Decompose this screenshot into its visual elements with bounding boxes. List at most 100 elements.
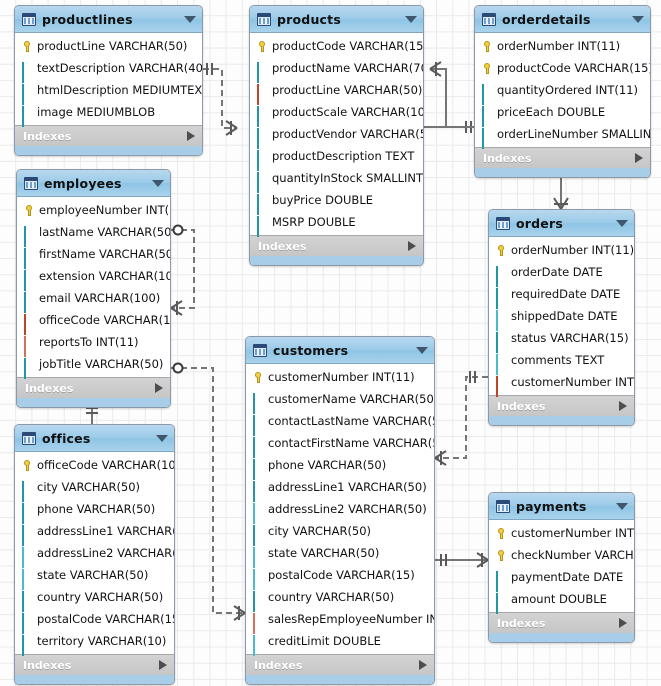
column-row[interactable]: MSRP DOUBLE — [250, 211, 423, 237]
table-header-offices[interactable]: offices — [15, 425, 174, 452]
table-products[interactable]: products productCode VARCHAR(15) productNa… — [249, 5, 424, 266]
column-row[interactable]: amount DOUBLE — [489, 588, 634, 614]
indexes-section-payments[interactable]: Indexes — [489, 612, 634, 633]
indexes-section-productlines[interactable]: Indexes — [15, 125, 202, 146]
chevron-down-icon[interactable] — [152, 179, 164, 187]
column-row[interactable]: paymentDate DATE — [489, 566, 634, 592]
column-row[interactable]: orderNumber INT(11) — [475, 35, 650, 57]
column-row[interactable]: addressLine2 VARCHAR(50) — [15, 542, 174, 568]
triangle-right-icon[interactable] — [187, 131, 195, 141]
column-row[interactable]: postalCode VARCHAR(15) — [15, 608, 174, 634]
column-row[interactable]: customerNumber INT(11) — [489, 522, 634, 544]
chevron-down-icon[interactable] — [416, 346, 428, 354]
column-row[interactable]: contactFirstName VARCHAR(50) — [246, 432, 434, 458]
column-row[interactable]: employeeNumber INT(11) — [17, 199, 170, 221]
indexes-section-customers[interactable]: Indexes — [246, 654, 434, 675]
column-row[interactable]: postalCode VARCHAR(15) — [246, 564, 434, 590]
column-row[interactable]: productCode VARCHAR(15) — [475, 57, 650, 79]
column-row[interactable]: shippedDate DATE — [489, 305, 634, 331]
column-row[interactable]: productLine VARCHAR(50) — [250, 79, 423, 105]
triangle-right-icon[interactable] — [408, 241, 416, 251]
column-row[interactable]: buyPrice DOUBLE — [250, 189, 423, 215]
table-header-payments[interactable]: payments — [489, 493, 634, 520]
table-header-products[interactable]: products — [250, 6, 423, 33]
connector-products-productlines[interactable] — [203, 63, 238, 136]
column-row[interactable]: jobTitle VARCHAR(50) — [17, 353, 170, 379]
chevron-down-icon[interactable] — [184, 15, 196, 23]
chevron-down-icon[interactable] — [405, 15, 417, 23]
table-header-orders[interactable]: orders — [489, 210, 634, 237]
column-row[interactable]: orderDate DATE — [489, 261, 634, 287]
column-row[interactable]: addressLine1 VARCHAR(50) — [15, 520, 174, 546]
column-row[interactable]: city VARCHAR(50) — [15, 476, 174, 502]
indexes-section-offices[interactable]: Indexes — [15, 654, 174, 675]
column-row[interactable]: priceEach DOUBLE — [475, 101, 650, 127]
column-row[interactable]: productName VARCHAR(70) — [250, 57, 423, 83]
chevron-down-icon[interactable] — [632, 15, 644, 23]
column-row[interactable]: productScale VARCHAR(10) — [250, 101, 423, 127]
triangle-right-icon[interactable] — [619, 618, 627, 628]
column-row[interactable]: orderLineNumber SMALLINT(6) — [475, 123, 650, 149]
connector-employees-employees[interactable] — [170, 224, 195, 316]
triangle-right-icon[interactable] — [155, 383, 163, 393]
column-row[interactable]: status VARCHAR(15) — [489, 327, 634, 353]
chevron-down-icon[interactable] — [616, 502, 628, 510]
column-row[interactable]: customerNumber INT(11) — [489, 371, 634, 397]
table-offices[interactable]: offices officeCode VARCHAR(10) city VARCHA… — [14, 424, 175, 685]
table-productlines[interactable]: productlines productLine VARCHAR(50) textD… — [14, 5, 203, 156]
column-row[interactable]: requiredDate DATE — [489, 283, 634, 309]
triangle-right-icon[interactable] — [159, 660, 167, 670]
column-row[interactable]: productCode VARCHAR(15) — [250, 35, 423, 57]
column-row[interactable]: productVendor VARCHAR(50) — [250, 123, 423, 149]
column-row[interactable]: country VARCHAR(50) — [15, 586, 174, 612]
connector-orders-customers[interactable] — [434, 371, 488, 466]
column-row[interactable]: lastName VARCHAR(50) — [17, 221, 170, 247]
table-header-employees[interactable]: employees — [17, 170, 170, 197]
column-row[interactable]: htmlDescription MEDIUMTEXT — [15, 79, 202, 105]
column-row[interactable]: salesRepEmployeeNumber INT(11) — [246, 608, 434, 634]
indexes-section-employees[interactable]: Indexes — [17, 377, 170, 398]
triangle-right-icon[interactable] — [619, 401, 627, 411]
indexes-section-orderdetails[interactable]: Indexes — [475, 147, 650, 168]
column-row[interactable]: phone VARCHAR(50) — [15, 498, 174, 524]
triangle-right-icon[interactable] — [419, 660, 427, 670]
column-row[interactable]: addressLine1 VARCHAR(50) — [246, 476, 434, 502]
column-row[interactable]: state VARCHAR(50) — [15, 564, 174, 590]
column-row[interactable]: phone VARCHAR(50) — [246, 454, 434, 480]
column-row[interactable]: quantityInStock SMALLINT(6) — [250, 167, 423, 193]
indexes-section-products[interactable]: Indexes — [250, 235, 423, 256]
table-employees[interactable]: employees employeeNumber INT(11) lastName … — [16, 169, 171, 408]
column-row[interactable]: checkNumber VARCHAR(50) — [489, 544, 634, 566]
column-row[interactable]: image MEDIUMBLOB — [15, 101, 202, 127]
column-row[interactable]: extension VARCHAR(10) — [17, 265, 170, 291]
table-customers[interactable]: customers customerNumber INT(11) customerN… — [245, 336, 435, 685]
triangle-right-icon[interactable] — [635, 153, 643, 163]
column-row[interactable]: officeCode VARCHAR(10) — [15, 454, 174, 476]
table-orderdetails[interactable]: orderdetails orderNumber INT(11) productCo… — [474, 5, 651, 178]
column-row[interactable]: city VARCHAR(50) — [246, 520, 434, 546]
column-row[interactable]: territory VARCHAR(10) — [15, 630, 174, 656]
indexes-section-orders[interactable]: Indexes — [489, 395, 634, 416]
column-row[interactable]: orderNumber INT(11) — [489, 239, 634, 261]
connector-orderdetails-products[interactable] — [424, 61, 474, 133]
column-row[interactable]: comments TEXT — [489, 349, 634, 375]
table-orders[interactable]: orders orderNumber INT(11) orderDate DATE r… — [488, 209, 635, 426]
column-row[interactable]: customerName VARCHAR(50) — [246, 388, 434, 414]
column-row[interactable]: contactLastName VARCHAR(50) — [246, 410, 434, 436]
table-header-orderdetails[interactable]: orderdetails — [475, 6, 650, 33]
column-row[interactable]: textDescription VARCHAR(4000) — [15, 57, 202, 83]
column-row[interactable]: productDescription TEXT — [250, 145, 423, 171]
column-row[interactable]: creditLimit DOUBLE — [246, 630, 434, 656]
chevron-down-icon[interactable] — [156, 434, 168, 442]
column-row[interactable]: reportsTo INT(11) — [17, 331, 170, 357]
column-row[interactable]: state VARCHAR(50) — [246, 542, 434, 568]
table-header-productlines[interactable]: productlines — [15, 6, 202, 33]
connector-payments-customers[interactable] — [435, 552, 489, 568]
chevron-down-icon[interactable] — [616, 219, 628, 227]
column-row[interactable]: quantityOrdered INT(11) — [475, 79, 650, 105]
column-row[interactable]: customerNumber INT(11) — [246, 366, 434, 388]
column-row[interactable]: email VARCHAR(100) — [17, 287, 170, 313]
eer-diagram-canvas[interactable]: productlines productLine VARCHAR(50) textD… — [0, 0, 661, 686]
column-row[interactable]: country VARCHAR(50) — [246, 586, 434, 612]
table-header-customers[interactable]: customers — [246, 337, 434, 364]
